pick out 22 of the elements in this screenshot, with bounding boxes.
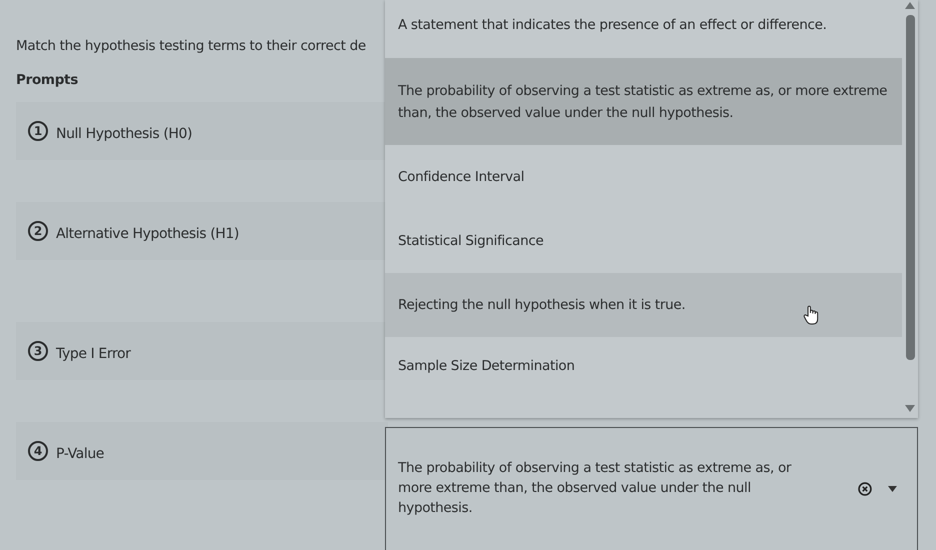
caret-icon[interactable]: [888, 486, 897, 492]
prompt-label: Null Hypothesis (H0): [56, 126, 192, 142]
scroll-up-icon[interactable]: [905, 2, 915, 9]
number-badge: 4: [28, 441, 48, 461]
number-badge: 2: [28, 221, 48, 241]
dropdown-option[interactable]: A statement that indicates the presence of an effect or difference.: [385, 0, 902, 58]
hand-cursor-icon: [803, 305, 819, 325]
scroll-down-icon[interactable]: [905, 405, 915, 412]
selected-value: The probability of observing a test statistic as extreme as, or more extreme than, the observed value under the null hypothesis.: [398, 459, 792, 518]
prompts-heading: Prompts: [16, 72, 79, 88]
scrollbar-thumb[interactable]: [906, 15, 914, 360]
prompt-label: P-Value: [56, 446, 104, 462]
instruction-text: Match the hypothesis testing terms to their correct de: [16, 38, 367, 54]
prompt-label: Alternative Hypothesis (H1): [56, 226, 239, 242]
answer-select[interactable]: The probability of observing a test statistic as extreme as, or more extreme than, the observed value under the null hypothesis.: [385, 427, 918, 550]
clear-icon[interactable]: [858, 482, 872, 496]
dropdown-option[interactable]: Rejecting the null hypothesis when it is true.: [385, 273, 902, 337]
number-badge: 3: [28, 341, 48, 361]
prompt-label: Type I Error: [56, 346, 131, 362]
dropdown-option[interactable]: The probability of observing a test statistic as extreme as, or more extreme than, the observed value under the null hypothesis.: [385, 58, 902, 145]
dropdown-option[interactable]: Sample Size Determination: [385, 337, 902, 418]
number-badge: 1: [28, 121, 48, 141]
